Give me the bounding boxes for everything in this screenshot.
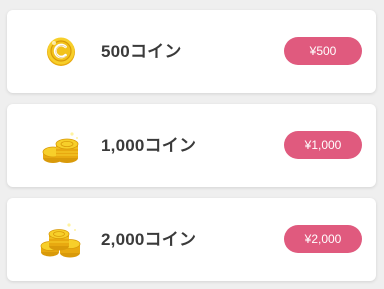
price-button[interactable]: ¥1,000 — [284, 131, 362, 159]
price-button[interactable]: ¥500 — [284, 37, 362, 65]
product-name: 1,000コイン — [101, 136, 197, 155]
coin-product-500[interactable]: 500コイン ¥500 — [7, 10, 376, 93]
coin-pile-icon — [37, 216, 85, 262]
product-name: 2,000コイン — [101, 230, 197, 249]
price-button[interactable]: ¥2,000 — [284, 225, 362, 253]
coin-stack-icon — [37, 122, 85, 168]
product-name: 500コイン — [101, 42, 182, 61]
coin-product-list: 500コイン ¥500 1,000コイン ¥1,000 2,000コイン ¥2,… — [0, 0, 384, 289]
single-coin-icon — [37, 28, 85, 74]
coin-product-2000[interactable]: 2,000コイン ¥2,000 — [7, 198, 376, 281]
coin-product-1000[interactable]: 1,000コイン ¥1,000 — [7, 104, 376, 187]
